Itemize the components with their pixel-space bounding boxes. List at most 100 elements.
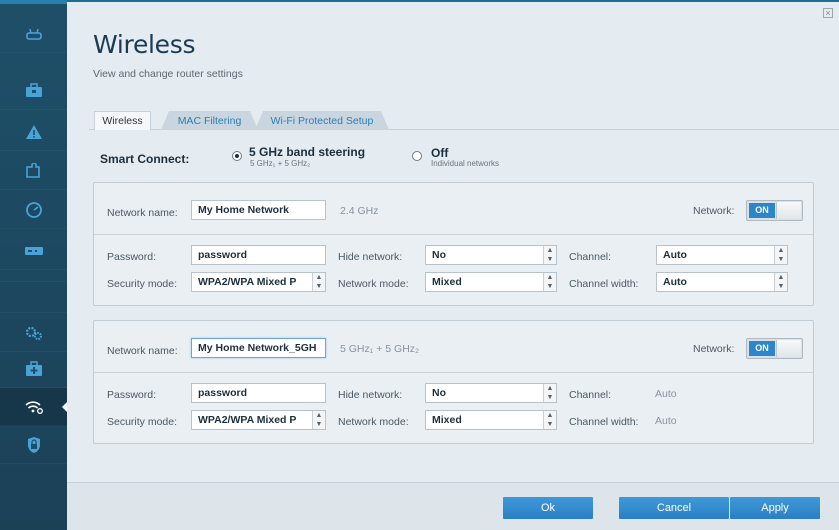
sidebar-item-router[interactable] bbox=[0, 15, 67, 53]
hide-network-select[interactable]: No ▲ ▼ bbox=[425, 383, 557, 403]
network-mode-value: Mixed bbox=[432, 276, 462, 288]
select-arrows-icon: ▲ ▼ bbox=[774, 246, 787, 264]
group-divider bbox=[94, 234, 813, 235]
speed-icon bbox=[25, 201, 42, 218]
radio-band-steering[interactable] bbox=[232, 151, 242, 161]
sidebar-item-toolbox[interactable] bbox=[0, 72, 67, 110]
page-title: Wireless bbox=[93, 30, 196, 59]
hide-network-select[interactable]: No ▲ ▼ bbox=[425, 245, 557, 265]
network-name-input[interactable]: My Home Network bbox=[191, 200, 326, 220]
cancel-button[interactable]: Cancel bbox=[619, 497, 729, 519]
toggle-on-label: ON bbox=[749, 341, 775, 356]
channel-width-value: Auto bbox=[663, 276, 687, 288]
network-group-24ghz: Network name: My Home Network 2.4 GHz Ne… bbox=[93, 182, 814, 306]
select-arrows-icon: ▲ ▼ bbox=[312, 273, 325, 291]
sidebar-item-storage[interactable] bbox=[0, 232, 67, 270]
select-arrows-icon: ▲ ▼ bbox=[543, 411, 556, 429]
router-icon bbox=[25, 28, 42, 40]
select-arrows-icon: ▲ ▼ bbox=[543, 384, 556, 402]
hide-network-value: No bbox=[432, 387, 446, 399]
puzzle-icon bbox=[25, 162, 40, 178]
sidebar-separator bbox=[0, 312, 67, 313]
security-mode-value: WPA2/WPA Mixed P bbox=[198, 414, 297, 426]
off-title: Off bbox=[431, 146, 449, 160]
warning-icon bbox=[25, 124, 42, 139]
page-subtitle: View and change router settings bbox=[93, 68, 243, 80]
channel-select[interactable]: Auto ▲ ▼ bbox=[656, 245, 788, 265]
channel-width-label: Channel width: bbox=[569, 416, 639, 428]
password-input[interactable]: password bbox=[191, 245, 326, 265]
main-panel: × Wireless View and change router settin… bbox=[67, 2, 839, 530]
select-arrows-icon: ▲ ▼ bbox=[543, 246, 556, 264]
sidebar-separator bbox=[0, 281, 67, 282]
network-toggle-label: Network: bbox=[693, 343, 735, 355]
medkit-icon bbox=[25, 360, 42, 376]
network-mode-label: Network mode: bbox=[338, 416, 409, 428]
security-mode-label: Security mode: bbox=[107, 416, 178, 428]
smart-connect-label: Smart Connect: bbox=[100, 152, 190, 166]
network-mode-value: Mixed bbox=[432, 414, 462, 426]
security-mode-select[interactable]: WPA2/WPA Mixed P ▲ ▼ bbox=[191, 410, 326, 430]
security-mode-value: WPA2/WPA Mixed P bbox=[198, 276, 297, 288]
ok-button[interactable]: Ok bbox=[503, 497, 593, 519]
channel-label: Channel: bbox=[569, 251, 612, 263]
toggle-knob bbox=[776, 202, 801, 219]
toolbox-icon bbox=[25, 83, 42, 97]
channel-width-label: Channel width: bbox=[569, 278, 639, 290]
security-mode-label: Security mode: bbox=[107, 278, 178, 290]
close-icon[interactable]: × bbox=[823, 8, 833, 18]
select-arrows-icon: ▲ ▼ bbox=[543, 273, 556, 291]
tab-mac-filtering-label: MAC Filtering bbox=[177, 114, 242, 127]
sidebar-item-speed[interactable] bbox=[0, 191, 67, 229]
band-steering-subtitle: 5 GHz₁ + 5 GHz₂ bbox=[250, 159, 311, 168]
sidebar-item-troubleshooting[interactable] bbox=[0, 350, 67, 388]
network-name-label: Network name: bbox=[107, 207, 178, 219]
wifi-settings-icon bbox=[24, 400, 43, 414]
channel-value: Auto bbox=[655, 388, 677, 400]
storage-icon bbox=[24, 246, 43, 255]
select-arrows-icon: ▲ ▼ bbox=[774, 273, 787, 291]
lock-icon bbox=[27, 436, 40, 453]
security-mode-select[interactable]: WPA2/WPA Mixed P ▲ ▼ bbox=[191, 272, 326, 292]
sidebar-item-apps[interactable] bbox=[0, 152, 67, 190]
sidebar-topbar bbox=[0, 0, 67, 4]
toggle-knob bbox=[776, 340, 801, 357]
band-label: 2.4 GHz bbox=[340, 205, 379, 217]
sidebar-item-alerts[interactable] bbox=[0, 113, 67, 151]
tab-wireless-label: Wireless bbox=[102, 115, 143, 127]
network-toggle[interactable]: ON bbox=[746, 200, 803, 221]
hide-network-value: No bbox=[432, 249, 446, 261]
network-mode-label: Network mode: bbox=[338, 278, 409, 290]
tab-mac-filtering[interactable]: MAC Filtering bbox=[161, 111, 258, 130]
band-label: 5 GHz₁ + 5 GHz₂ bbox=[340, 343, 420, 355]
tab-wireless[interactable]: Wireless bbox=[94, 111, 151, 130]
band-steering-title: 5 GHz band steering bbox=[249, 145, 366, 159]
network-toggle-label: Network: bbox=[693, 205, 735, 217]
network-name-input[interactable]: My Home Network_5GH bbox=[191, 338, 326, 358]
radio-off[interactable] bbox=[412, 151, 422, 161]
off-subtitle: Individual networks bbox=[431, 159, 500, 168]
footer-bar: Ok Cancel Apply bbox=[67, 482, 839, 530]
tab-wifi-protected-setup[interactable]: Wi-Fi Protected Setup bbox=[255, 111, 389, 130]
apply-button[interactable]: Apply bbox=[730, 497, 820, 519]
password-label: Password: bbox=[107, 389, 157, 401]
channel-width-select[interactable]: Auto ▲ ▼ bbox=[656, 272, 788, 292]
network-name-label: Network name: bbox=[107, 345, 178, 357]
password-label: Password: bbox=[107, 251, 157, 263]
hide-network-label: Hide network: bbox=[338, 389, 403, 401]
sidebar-item-wireless[interactable] bbox=[0, 388, 68, 426]
channel-value: Auto bbox=[663, 249, 687, 261]
sidebar-item-advanced[interactable] bbox=[0, 314, 67, 352]
network-toggle[interactable]: ON bbox=[746, 338, 803, 359]
sidebar bbox=[0, 0, 68, 530]
toggle-on-label: ON bbox=[749, 203, 775, 218]
sidebar-item-security[interactable] bbox=[0, 426, 67, 464]
group-divider bbox=[94, 372, 813, 373]
gears-icon bbox=[25, 326, 42, 340]
channel-label: Channel: bbox=[569, 389, 612, 401]
network-group-5ghz: Network name: My Home Network_5GH 5 GHz₁… bbox=[93, 320, 814, 444]
network-mode-select[interactable]: Mixed ▲ ▼ bbox=[425, 410, 557, 430]
select-arrows-icon: ▲ ▼ bbox=[312, 411, 325, 429]
password-input[interactable]: password bbox=[191, 383, 326, 403]
network-mode-select[interactable]: Mixed ▲ ▼ bbox=[425, 272, 557, 292]
